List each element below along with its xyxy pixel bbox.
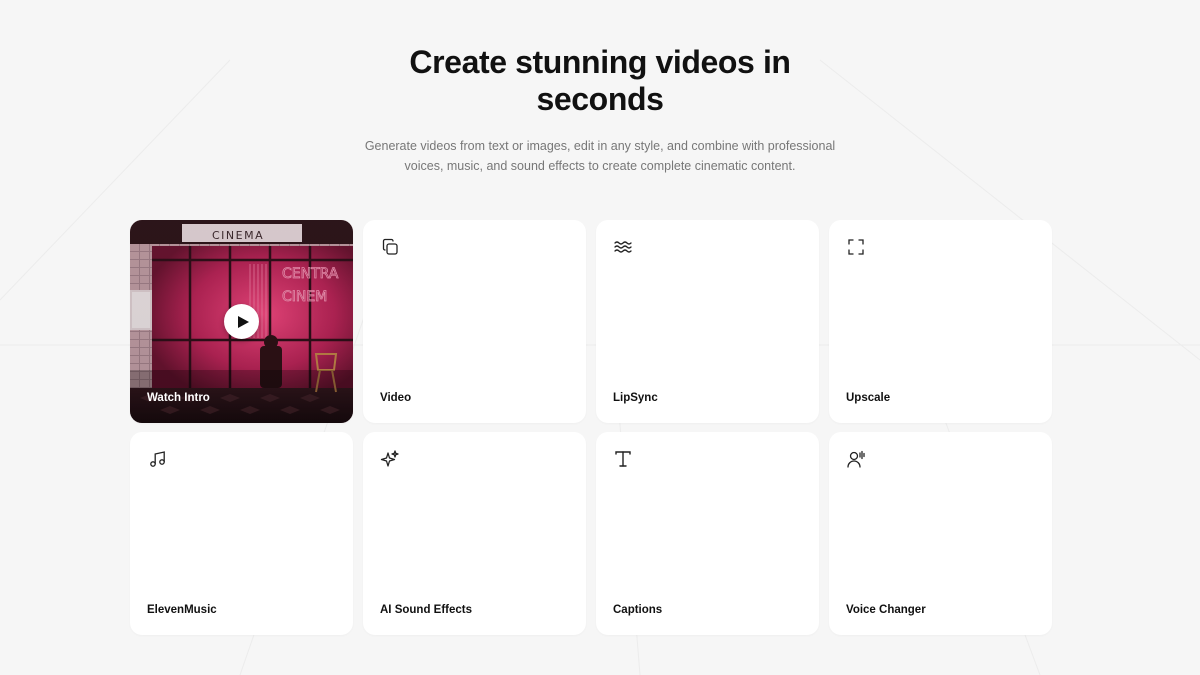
tool-label: Video <box>380 392 412 404</box>
music-note-icon <box>147 449 167 469</box>
tools-grid: CENTRA CINEM CINEMA Watch Intro Video Li… <box>130 220 1052 635</box>
copy-icon <box>380 237 400 257</box>
tool-card-elevenmusic[interactable]: ElevenMusic <box>130 432 353 635</box>
tool-card-video[interactable]: Video <box>363 220 586 423</box>
tool-card-upscale[interactable]: Upscale <box>829 220 1052 423</box>
tool-card-ai-sound-effects[interactable]: AI Sound Effects <box>363 432 586 635</box>
play-icon <box>237 315 249 328</box>
tool-label: Voice Changer <box>846 604 926 616</box>
tool-card-voice-changer[interactable]: Voice Changer <box>829 432 1052 635</box>
expand-icon <box>846 237 866 257</box>
tool-label: LipSync <box>613 392 658 404</box>
text-icon <box>613 449 633 469</box>
tool-label: Upscale <box>846 392 891 404</box>
sparkles-icon <box>380 449 400 469</box>
tool-label: Captions <box>613 604 663 616</box>
page-title: Create stunning videos in seconds <box>409 44 791 117</box>
play-button[interactable] <box>224 304 259 339</box>
tool-label: AI Sound Effects <box>380 604 473 616</box>
tool-label: ElevenMusic <box>147 604 217 616</box>
tool-card-captions[interactable]: Captions <box>596 432 819 635</box>
voice-user-icon <box>846 449 866 469</box>
hero-section: Create stunning videos in seconds Genera… <box>0 44 1200 176</box>
page-subtitle: Generate videos from text or images, edi… <box>364 139 836 173</box>
watch-intro-label: Watch Intro <box>147 392 210 404</box>
watch-intro-card[interactable]: CENTRA CINEM CINEMA Watch Intro <box>130 220 353 423</box>
tool-card-lipsync[interactable]: LipSync <box>596 220 819 423</box>
waves-icon <box>613 237 633 257</box>
